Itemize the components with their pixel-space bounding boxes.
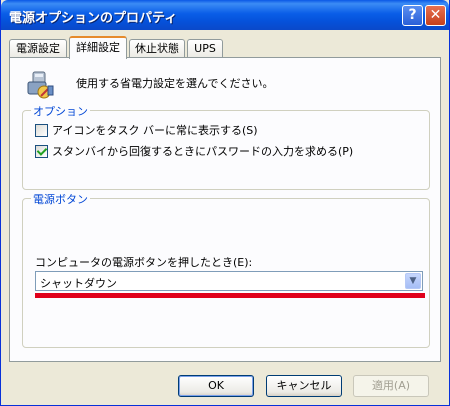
header-description: 使用する省電力設定を選んでください。	[76, 77, 274, 90]
options-group: オプション アイコンをタスク バーに常に表示する(S) スタンバイから回復すると…	[22, 103, 430, 190]
highlight-underline	[35, 293, 425, 298]
window-title: 電源オプションのプロパティ	[9, 11, 178, 26]
power-button-group-title: 電源ボタン	[31, 191, 90, 207]
tab-advanced[interactable]: 詳細設定	[69, 36, 127, 59]
show-taskbar-icon-checkbox[interactable]	[35, 123, 48, 137]
password-prompt-label[interactable]: スタンバイから回復するときにパスワードの入力を求める(P)	[52, 143, 353, 159]
password-prompt-checkbox[interactable]	[35, 144, 48, 158]
dialog-window: 電源オプションのプロパティ ? ✕ 電源設定 詳細設定 休止状態 UPS 使用す…	[0, 0, 450, 406]
close-button[interactable]: ✕	[425, 5, 446, 26]
tab-ups[interactable]: UPS	[187, 39, 223, 57]
tab-panel: 使用する省電力設定を選んでください。 オプション アイコンをタスク バーに常に表…	[9, 57, 441, 362]
ok-button[interactable]: OK	[178, 375, 254, 397]
options-group-title: オプション	[31, 103, 90, 119]
power-button-group: 電源ボタン コンピュータの電源ボタンを押したとき(E): シャットダウン ▼	[22, 191, 430, 348]
power-button-action-label: コンピュータの電源ボタンを押したとき(E):	[35, 256, 253, 269]
password-prompt-option[interactable]: スタンバイから回復するときにパスワードの入力を求める(P)	[35, 144, 353, 158]
title-bar[interactable]: 電源オプションのプロパティ ? ✕	[1, 0, 449, 30]
cancel-button[interactable]: キャンセル	[266, 375, 342, 397]
power-settings-icon	[27, 71, 54, 99]
power-button-action-value: シャットダウン	[40, 277, 117, 290]
tab-power-schemes[interactable]: 電源設定	[9, 39, 67, 57]
tab-hibernate[interactable]: 休止状態	[129, 39, 185, 57]
show-taskbar-icon-option[interactable]: アイコンをタスク バーに常に表示する(S)	[35, 123, 258, 137]
chevron-down-icon[interactable]: ▼	[405, 273, 421, 289]
apply-button[interactable]: 適用(A)	[353, 375, 429, 397]
help-button[interactable]: ?	[402, 5, 423, 26]
check-mark-icon	[36, 144, 48, 156]
show-taskbar-icon-label[interactable]: アイコンをタスク バーに常に表示する(S)	[52, 122, 258, 138]
power-button-action-select[interactable]: シャットダウン ▼	[35, 271, 423, 291]
